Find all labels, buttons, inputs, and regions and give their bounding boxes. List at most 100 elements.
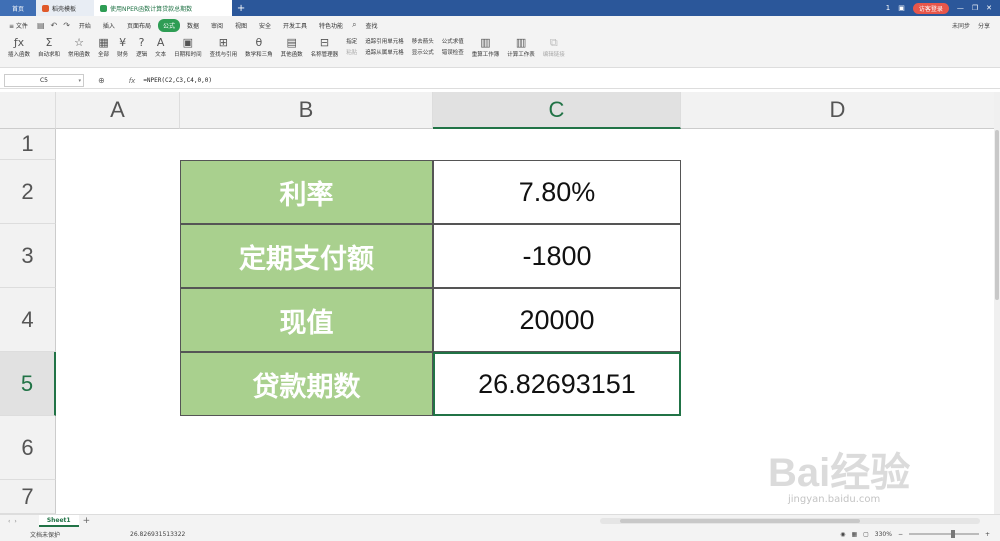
lookup-button[interactable]: ⊞ 查找与引用 <box>206 34 242 60</box>
insert-function-button[interactable]: ƒx 插入函数 <box>4 34 34 60</box>
new-tab-button[interactable]: + <box>232 0 250 16</box>
zoom-slider[interactable] <box>908 530 979 538</box>
column-header-b[interactable]: B <box>180 92 433 129</box>
define-name-button[interactable]: 指定 <box>346 37 357 45</box>
autosum-button[interactable]: Σ 自动求和 <box>34 34 64 60</box>
trace-dependents-button[interactable]: 追踪从属单元格 <box>365 48 404 56</box>
row-header-2[interactable]: 2 <box>0 160 56 224</box>
sheet-tab-sheet1[interactable]: Sheet1 <box>38 515 79 527</box>
normal-view-icon[interactable]: ▦ <box>851 531 857 538</box>
cell-c2[interactable]: 7.80% <box>433 160 681 224</box>
book-icon: ▦ <box>98 36 109 49</box>
math-button[interactable]: θ 数学和三角 <box>241 34 277 60</box>
calc-icon: ▥ <box>515 36 527 49</box>
page-view-icon[interactable]: ▢ <box>863 531 869 538</box>
undo-icon[interactable]: ↶ <box>49 21 60 30</box>
cell-c3[interactable]: -1800 <box>433 224 681 288</box>
zoom-out-icon[interactable]: − <box>898 531 903 538</box>
column-header-a[interactable]: A <box>56 92 180 129</box>
zoom-search-icon[interactable]: ⊕ <box>98 76 105 85</box>
menu-formulas[interactable]: 公式 <box>157 18 180 32</box>
tab-document[interactable]: 使用NPER函数计算贷款总期数 <box>94 0 232 16</box>
evaluate-formula-button[interactable]: 公式求值 <box>442 37 464 45</box>
share-button[interactable]: 分享 <box>978 21 990 30</box>
cell-b3[interactable]: 定期支付额 <box>180 224 433 288</box>
horizontal-scrollbar[interactable] <box>600 518 980 524</box>
recalc-workbook-button[interactable]: ▥ 重算工作簿 <box>468 34 504 60</box>
chevron-down-icon[interactable]: ▾ <box>78 78 81 84</box>
text-icon: A <box>156 36 165 49</box>
datetime-button[interactable]: ▣ 日期和时间 <box>170 34 206 60</box>
menu-review[interactable]: 审阅 <box>206 19 228 32</box>
other-functions-button[interactable]: ▤ 其他函数 <box>277 34 307 60</box>
column-header-d[interactable]: D <box>681 92 995 129</box>
protect-status[interactable]: 文档未保护 <box>0 530 60 539</box>
cell-b4[interactable]: 现值 <box>180 288 433 352</box>
tab-document-label: 使用NPER函数计算贷款总期数 <box>110 5 193 13</box>
menu-data[interactable]: 数据 <box>182 19 204 32</box>
select-all-corner[interactable] <box>0 92 56 129</box>
formula-input[interactable]: =NPER(C2,C3,C4,0,0) <box>143 77 212 84</box>
sheet-nav-arrows[interactable]: ‹› <box>0 518 21 525</box>
menu-insert[interactable]: 插入 <box>98 19 120 32</box>
menu-start[interactable]: 开始 <box>74 19 96 32</box>
cell-c5-selected[interactable]: 26.82693151 <box>433 352 681 416</box>
tab-home[interactable]: 首页 <box>0 0 36 16</box>
remove-arrows-button[interactable]: 移去箭头 <box>412 37 434 45</box>
docer-icon <box>42 4 49 12</box>
search-icon[interactable]: ⌕ <box>350 20 358 30</box>
tab-template[interactable]: 稻壳模板 <box>36 0 94 16</box>
trace-precedents-button[interactable]: 追踪引用单元格 <box>365 37 404 45</box>
menu-view[interactable]: 视图 <box>230 19 252 32</box>
financial-button[interactable]: ¥ 财务 <box>113 34 132 60</box>
maximize-icon[interactable]: ❐ <box>972 4 978 12</box>
minimize-icon[interactable]: — <box>957 4 964 12</box>
search-button[interactable]: 查找 <box>361 19 383 32</box>
vertical-scroll-thumb[interactable] <box>995 130 999 300</box>
cell-c4[interactable]: 20000 <box>433 288 681 352</box>
error-check-button[interactable]: 错误检查 <box>442 48 464 56</box>
row-header-4[interactable]: 4 <box>0 288 56 352</box>
file-menu[interactable]: ≡ 文件 <box>4 19 33 32</box>
menu-security[interactable]: 安全 <box>254 19 276 32</box>
row-header-1[interactable]: 1 <box>0 129 56 160</box>
row-header-7[interactable]: 7 <box>0 480 56 514</box>
skin-icon[interactable]: ▣ <box>898 4 905 12</box>
cell-b5[interactable]: 贷款期数 <box>180 352 433 416</box>
menu-developer[interactable]: 开发工具 <box>278 19 312 32</box>
insert-function-label: 插入函数 <box>8 52 31 58</box>
calc-sheet-button[interactable]: ▥ 计算工作表 <box>503 34 539 60</box>
add-sheet-button[interactable]: + <box>83 516 91 526</box>
text-button[interactable]: A 文本 <box>151 34 170 60</box>
horizontal-scroll-thumb[interactable] <box>620 519 860 523</box>
cell-b2[interactable]: 利率 <box>180 160 433 224</box>
zoom-slider-knob[interactable] <box>950 530 955 538</box>
row-header-5[interactable]: 5 <box>0 352 56 416</box>
all-functions-button[interactable]: ▦ 全部 <box>94 34 113 60</box>
logical-button[interactable]: ? 逻辑 <box>132 34 151 60</box>
eye-icon[interactable]: ◉ <box>840 531 845 538</box>
edit-links-button[interactable]: ⧉ 编辑链接 <box>539 34 569 60</box>
column-header-c[interactable]: C <box>433 92 681 129</box>
show-formulas-button[interactable]: 显示公式 <box>412 48 434 56</box>
common-functions-button[interactable]: ☆ 常用函数 <box>64 34 94 60</box>
notification-badge[interactable]: 1 <box>886 4 890 12</box>
save-icon[interactable]: ▤ <box>35 21 47 30</box>
all-functions-label: 全部 <box>98 52 110 58</box>
name-box[interactable]: C5 ▾ <box>4 74 84 87</box>
login-button[interactable]: 访客登录 <box>912 2 949 14</box>
more-icon: ▤ <box>286 36 297 49</box>
zoom-in-icon[interactable]: + <box>985 531 990 538</box>
menu-page-layout[interactable]: 页面布局 <box>122 19 156 32</box>
close-icon[interactable]: ✕ <box>986 4 992 12</box>
row-header-3[interactable]: 3 <box>0 224 56 288</box>
arrows-group: 移去箭头 显示公式 <box>408 34 438 59</box>
sync-status[interactable]: 未同步 <box>952 21 970 30</box>
paste-name-button[interactable]: 粘贴 <box>346 48 357 56</box>
redo-icon[interactable]: ↷ <box>61 21 72 30</box>
row-header-6[interactable]: 6 <box>0 416 56 480</box>
fx-label[interactable]: fx <box>129 77 136 85</box>
menu-special[interactable]: 特色功能 <box>314 19 348 32</box>
zoom-level[interactable]: 330% <box>875 531 892 538</box>
name-manager-button[interactable]: ⊟ 名称管理器 <box>307 34 343 60</box>
